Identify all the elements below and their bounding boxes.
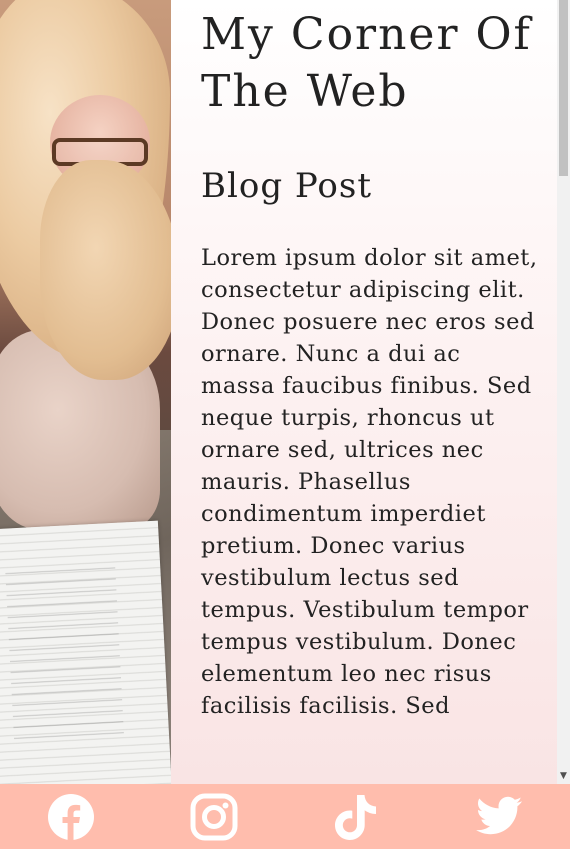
twitter-icon: [475, 796, 522, 834]
post-body: Lorem ipsum dolor sit amet, consectetur …: [201, 245, 538, 719]
post-heading: Blog Post: [201, 166, 372, 206]
scrollbar-thumb[interactable]: [559, 0, 568, 176]
photo-paper: [0, 520, 171, 784]
social-footer: [0, 784, 570, 849]
facebook-icon: [48, 793, 95, 840]
facebook-link[interactable]: [44, 790, 98, 844]
vertical-scrollbar[interactable]: ▼: [557, 0, 570, 784]
scroll-down-arrow-icon[interactable]: ▼: [557, 770, 570, 782]
photo-hair-strands: [40, 160, 171, 380]
main-content: My Corner Of The Web Blog Post Lorem ips…: [171, 0, 557, 784]
instagram-link[interactable]: [187, 790, 241, 844]
page: My Corner Of The Web Blog Post Lorem ips…: [0, 0, 570, 849]
instagram-icon: [190, 793, 238, 840]
site-title: My Corner Of The Web: [201, 9, 532, 117]
tiktok-icon: [335, 794, 377, 840]
hero-photo: [0, 0, 171, 784]
tiktok-link[interactable]: [329, 790, 383, 844]
twitter-link[interactable]: [472, 790, 526, 844]
